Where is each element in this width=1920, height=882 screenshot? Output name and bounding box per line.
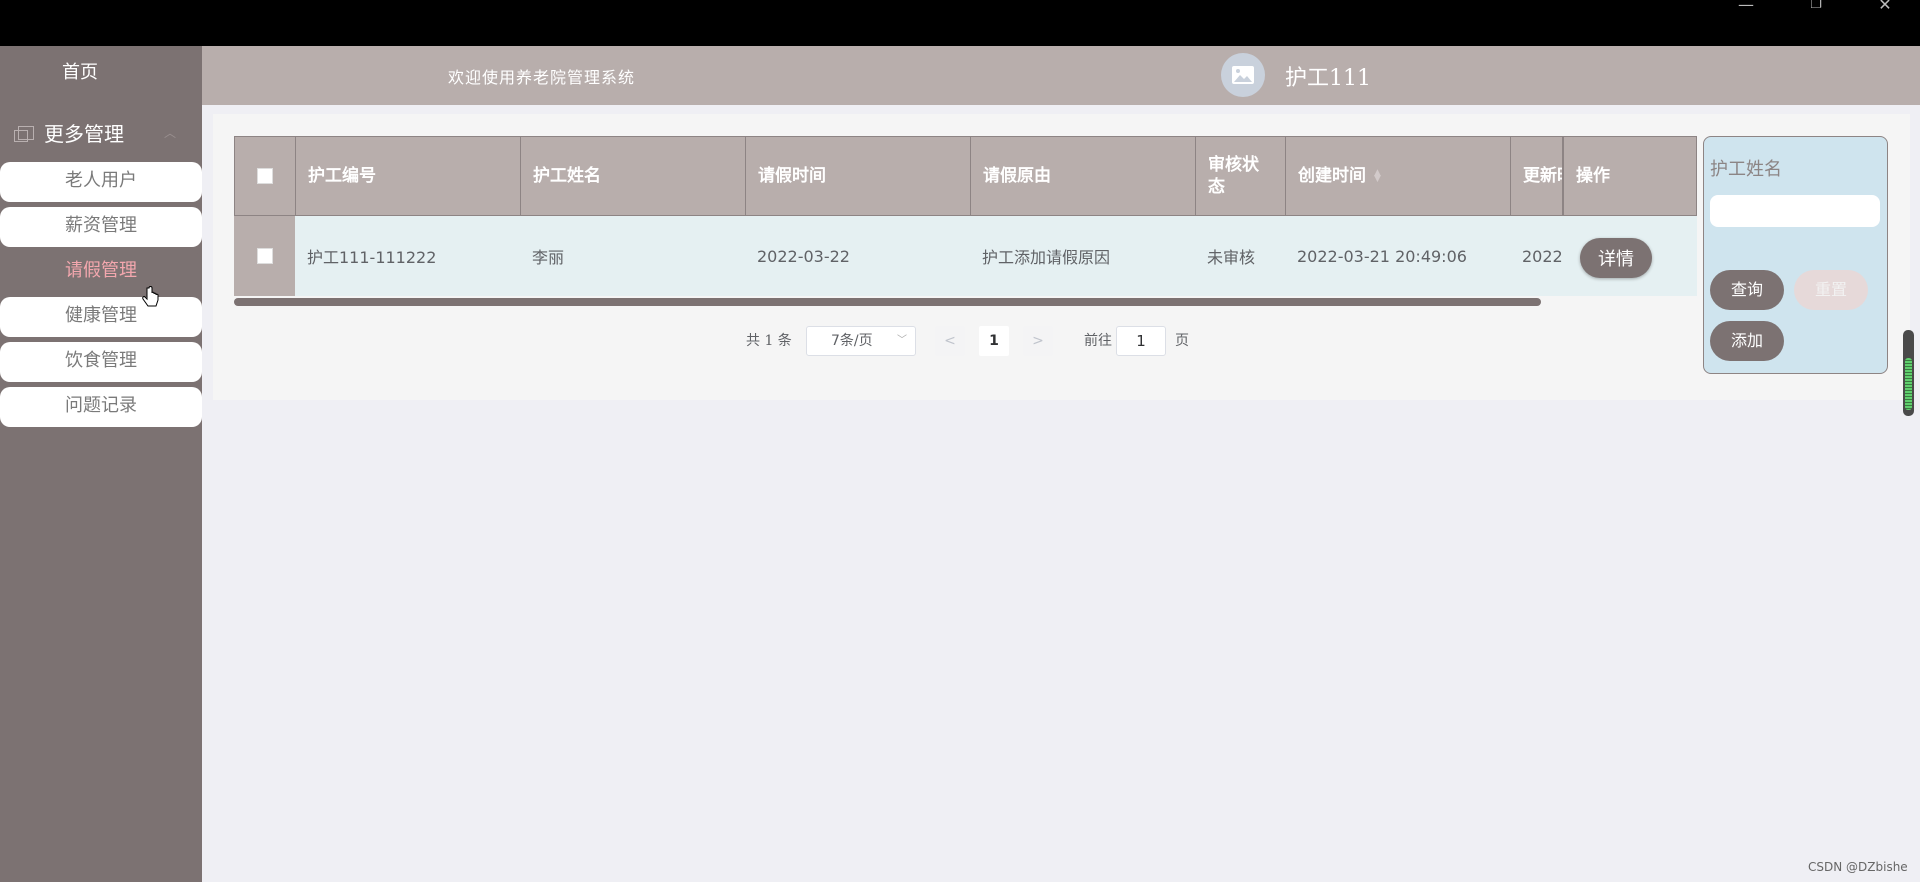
top-header: 欢迎使用养老院管理系统 护工111	[202, 46, 1920, 105]
prev-page-button[interactable]: <	[935, 326, 965, 356]
table-horizontal-scrollbar[interactable]	[234, 298, 1541, 306]
column-header-label: 创建时间	[1298, 166, 1366, 186]
chevron-left-icon: <	[944, 333, 956, 349]
search-label: 护工姓名	[1710, 159, 1782, 180]
search-panel: 护工姓名 查询 重置 添加	[1703, 136, 1888, 374]
sidebar: 首页 更多管理 ︿ 老人用户 薪资管理 请假管理 健康管理 饮食管理 问题记录	[0, 46, 202, 882]
page-vertical-scrollbar[interactable]	[1903, 330, 1914, 416]
next-page-button[interactable]: >	[1023, 326, 1053, 356]
cell-nurse-id: 护工111-111222	[307, 248, 437, 267]
page-number-current[interactable]: 1	[979, 326, 1009, 356]
chevron-right-icon: >	[1032, 333, 1044, 349]
sidebar-item-home[interactable]: 首页	[0, 58, 202, 84]
page-size-value: 7条/页	[831, 333, 873, 349]
search-nurse-name-input[interactable]	[1710, 195, 1880, 227]
close-icon[interactable]: ✕	[1873, 0, 1897, 14]
window-titlebar: — ❐ ✕	[0, 0, 1920, 46]
column-header: 请假原由	[971, 137, 1196, 215]
cell-created: 2022-03-21 20:49:06	[1297, 246, 1467, 266]
row-select-cell	[234, 216, 295, 296]
page-size-select[interactable]: 7条/页 ﹀	[806, 326, 916, 356]
sidebar-group-more[interactable]: 更多管理 ︿	[14, 118, 176, 147]
cell-status: 未审核	[1207, 248, 1256, 267]
select-all-checkbox[interactable]	[257, 168, 273, 184]
column-header: 护工姓名	[521, 137, 746, 215]
welcome-text: 欢迎使用养老院管理系统	[448, 68, 636, 87]
chevron-down-icon: ﹀	[897, 335, 907, 346]
sidebar-item-health[interactable]: 健康管理	[0, 297, 202, 337]
goto-page-input[interactable]: 1	[1116, 326, 1166, 356]
row-checkbox[interactable]	[256, 248, 273, 264]
cell-nurse-name: 李丽	[532, 248, 565, 267]
add-button[interactable]: 添加	[1710, 321, 1784, 361]
table-header: 护工编号 护工姓名 请假时间 请假原由 审核状态 创建时间 ▲▼ 更新时 操作	[234, 136, 1697, 216]
sidebar-item-diet[interactable]: 饮食管理	[0, 342, 202, 382]
goto-label: 前往	[1084, 333, 1112, 349]
sidebar-item-elder-users[interactable]: 老人用户	[0, 162, 202, 202]
sidebar-item-leave[interactable]: 请假管理	[0, 252, 202, 292]
chevron-up-icon: ︿	[164, 126, 177, 140]
sidebar-item-issues[interactable]: 问题记录	[0, 387, 202, 427]
cell-reason: 护工添加请假原因	[982, 248, 1111, 267]
cell-updated: 2022	[1522, 246, 1562, 266]
page-suffix: 页	[1175, 333, 1189, 349]
table-row[interactable]: 护工111-111222 李丽 2022-03-22 护工添加请假原因 未审核 …	[234, 216, 1697, 296]
sort-icon[interactable]: ▲ ▼	[1374, 169, 1381, 184]
scrollbar-thumb[interactable]	[1905, 358, 1912, 410]
column-header-label: 审核状态	[1208, 155, 1259, 197]
maximize-icon[interactable]: ❐	[1804, 0, 1828, 14]
cell-leave-date: 2022-03-22	[757, 246, 850, 266]
column-header-created-sortable[interactable]: 创建时间 ▲ ▼	[1286, 137, 1511, 215]
query-button[interactable]: 查询	[1710, 270, 1784, 310]
watermark: CSDN @DZbishe	[1808, 860, 1908, 874]
sidebar-item-salary[interactable]: 薪资管理	[0, 207, 202, 247]
column-header: 操作	[1563, 137, 1697, 215]
minimize-icon[interactable]: —	[1734, 0, 1758, 14]
detail-button[interactable]: 详情	[1580, 238, 1652, 278]
sidebar-group-label: 更多管理	[44, 122, 124, 146]
pagination-total: 共 1 条	[746, 333, 792, 349]
username[interactable]: 护工111	[1285, 60, 1371, 92]
avatar[interactable]	[1221, 53, 1265, 97]
reset-button[interactable]: 重置	[1794, 270, 1868, 310]
column-header: 更新时	[1511, 137, 1563, 215]
column-header: 审核状态	[1196, 137, 1286, 215]
leave-table: 护工编号 护工姓名 请假时间 请假原由 审核状态 创建时间 ▲▼ 更新时 操作 …	[234, 136, 1697, 296]
hand-cursor-icon	[142, 286, 159, 307]
select-all-cell	[235, 137, 296, 215]
copy-icon	[14, 125, 34, 142]
column-header: 请假时间	[746, 137, 971, 215]
column-header: 护工编号	[296, 137, 521, 215]
image-icon	[1232, 66, 1254, 84]
